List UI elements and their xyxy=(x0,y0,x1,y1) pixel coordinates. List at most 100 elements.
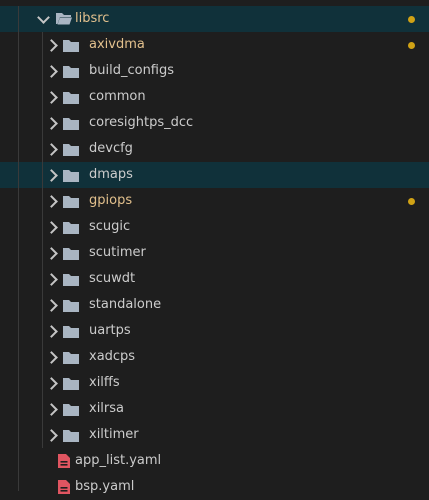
indent-guide xyxy=(18,214,19,240)
tree-item-label: libsrc xyxy=(75,11,110,26)
yaml-file-icon xyxy=(58,454,70,468)
indent-guide xyxy=(42,292,43,318)
yaml-file-icon xyxy=(58,480,70,494)
chevron-right-icon[interactable] xyxy=(45,273,58,286)
chevron-right-icon[interactable] xyxy=(45,169,58,182)
tree-item-devcfg[interactable]: devcfg xyxy=(0,136,429,162)
folder-icon xyxy=(63,352,79,364)
tree-item-label: app_list.yaml xyxy=(75,453,162,468)
folder-icon xyxy=(63,222,79,234)
chevron-right-icon[interactable] xyxy=(45,299,58,312)
tree-item-label: build_configs xyxy=(89,63,175,78)
folder-icon xyxy=(63,248,79,260)
indent-guide xyxy=(18,240,19,266)
folder-icon xyxy=(63,274,79,286)
tree-item-build-configs[interactable]: build_configs xyxy=(0,58,429,84)
indent-guide xyxy=(18,162,19,188)
tree-item-dmaps[interactable]: dmaps xyxy=(0,162,429,188)
folder-icon xyxy=(63,378,79,390)
indent-guide xyxy=(42,188,43,214)
tree-item-scugic[interactable]: scugic xyxy=(0,214,429,240)
chevron-right-icon[interactable] xyxy=(45,403,58,416)
tree-item-scutimer[interactable]: scutimer xyxy=(0,240,429,266)
folder-icon xyxy=(63,118,79,130)
tree-item-label: xiltimer xyxy=(89,427,139,442)
tree-item-xilrsa[interactable]: xilrsa xyxy=(0,396,429,422)
chevron-right-icon[interactable] xyxy=(45,143,58,156)
folder-icon xyxy=(63,326,79,338)
indent-guide xyxy=(18,110,19,136)
folder-icon xyxy=(63,66,79,78)
tree-item-label: dmaps xyxy=(89,167,133,182)
chevron-right-icon[interactable] xyxy=(45,325,58,338)
tree-item-bsp-yaml[interactable]: bsp.yaml xyxy=(0,474,429,500)
folder-icon xyxy=(63,196,79,208)
indent-guide xyxy=(18,58,19,84)
indent-guide xyxy=(18,32,19,58)
chevron-right-icon[interactable] xyxy=(45,377,58,390)
folder-icon xyxy=(63,300,79,312)
chevron-right-icon[interactable] xyxy=(45,65,58,78)
chevron-right-icon[interactable] xyxy=(45,117,58,130)
indent-guide xyxy=(42,266,43,292)
indent-guide xyxy=(18,396,19,422)
indent-guide xyxy=(18,422,19,448)
folder-icon xyxy=(63,144,79,156)
tree-item-coresightps-dcc[interactable]: coresightps_dcc xyxy=(0,110,429,136)
chevron-right-icon[interactable] xyxy=(45,247,58,260)
tree-item-label: uartps xyxy=(89,323,131,338)
indent-guide xyxy=(18,318,19,344)
tree-item-app-list-yaml[interactable]: app_list.yaml xyxy=(0,448,429,474)
folder-icon xyxy=(63,170,79,182)
indent-guide xyxy=(18,136,19,162)
chevron-right-icon[interactable] xyxy=(45,429,58,442)
folder-icon xyxy=(63,92,79,104)
chevron-right-icon[interactable] xyxy=(45,221,58,234)
tree-item-scuwdt[interactable]: scuwdt xyxy=(0,266,429,292)
indent-guide xyxy=(42,344,43,370)
tree-item-label: scutimer xyxy=(89,245,146,260)
tree-item-common[interactable]: common xyxy=(0,84,429,110)
tree-item-xadcps[interactable]: xadcps xyxy=(0,344,429,370)
indent-guide xyxy=(18,188,19,214)
indent-guide xyxy=(18,84,19,110)
chevron-right-icon[interactable] xyxy=(45,91,58,104)
chevron-down-icon[interactable] xyxy=(37,11,50,24)
tree-item-label: gpiops xyxy=(89,193,133,208)
modified-dot-icon xyxy=(408,198,415,205)
tree-item-label: xilffs xyxy=(89,375,120,390)
tree-item-standalone[interactable]: standalone xyxy=(0,292,429,318)
indent-guide xyxy=(42,162,43,188)
tree-item-xiltimer[interactable]: xiltimer xyxy=(0,422,429,448)
indent-guide xyxy=(18,292,19,318)
indent-guide xyxy=(42,370,43,396)
indent-guide xyxy=(18,266,19,292)
tree-item-label: bsp.yaml xyxy=(75,479,135,494)
tree-item-gpiops[interactable]: gpiops xyxy=(0,188,429,214)
indent-guide xyxy=(42,58,43,84)
folder-icon xyxy=(63,40,79,52)
modified-dot-icon xyxy=(408,42,415,49)
tree-item-uartps[interactable]: uartps xyxy=(0,318,429,344)
indent-guide xyxy=(42,422,43,448)
indent-guide xyxy=(42,396,43,422)
tree-item-axivdma[interactable]: axivdma xyxy=(0,32,429,58)
tree-item-label: xilrsa xyxy=(89,401,125,416)
tree-item-label: xadcps xyxy=(89,349,136,364)
tree-item-xilffs[interactable]: xilffs xyxy=(0,370,429,396)
chevron-right-icon[interactable] xyxy=(45,195,58,208)
indent-guide xyxy=(42,318,43,344)
indent-guide xyxy=(42,214,43,240)
indent-guide xyxy=(42,84,43,110)
indent-guide xyxy=(42,136,43,162)
chevron-right-icon[interactable] xyxy=(45,351,58,364)
folder-icon xyxy=(63,404,79,416)
chevron-right-icon[interactable] xyxy=(45,39,58,52)
tree-item-label: common xyxy=(89,89,146,104)
tree-item-label: scuwdt xyxy=(89,271,136,286)
indent-guide xyxy=(18,6,19,32)
tree-item-libsrc[interactable]: libsrc xyxy=(0,6,429,32)
indent-guide xyxy=(18,370,19,396)
indent-guide xyxy=(42,110,43,136)
file-explorer-tree: libsrc axivdma build_configscommon coresig… xyxy=(0,0,429,494)
